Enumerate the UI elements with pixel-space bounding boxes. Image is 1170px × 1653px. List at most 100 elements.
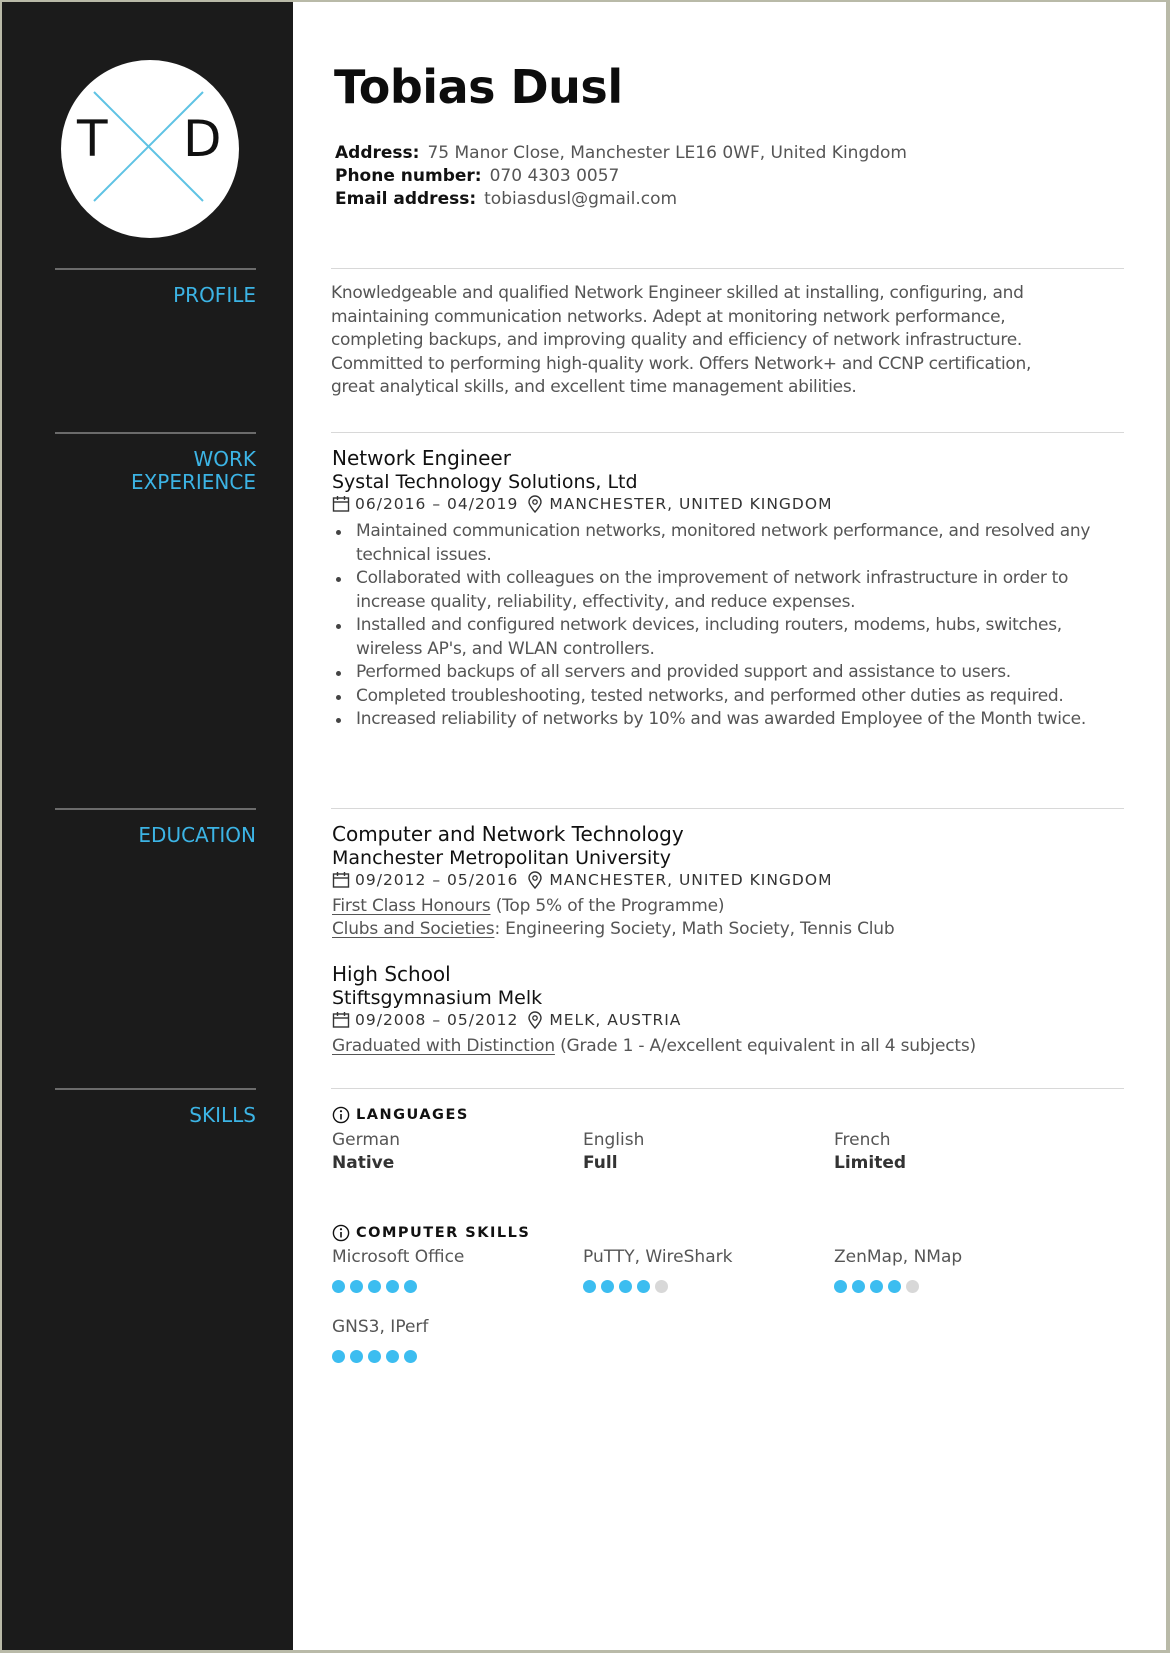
rating-dot-filled bbox=[601, 1280, 614, 1293]
location-pin-icon bbox=[528, 495, 543, 513]
rating-dot-filled bbox=[404, 1280, 417, 1293]
education-dates: 09/2008 – 05/2012 bbox=[355, 1011, 519, 1029]
computer-skills-heading: COMPUTER SKILLS bbox=[332, 1224, 530, 1242]
monogram-logo: T D bbox=[61, 60, 239, 238]
education-meta: 09/2008 – 05/2012 MELK, AUSTRIA bbox=[332, 1010, 681, 1030]
skill-name: Microsoft Office bbox=[332, 1247, 465, 1267]
language-name: English bbox=[583, 1130, 645, 1150]
rating-dot-filled bbox=[852, 1280, 865, 1293]
section-label-skills: SKILLS bbox=[189, 1103, 256, 1127]
rating-dot-empty bbox=[655, 1280, 668, 1293]
monogram-letter-right: D bbox=[183, 110, 222, 168]
skill-name: GNS3, IPerf bbox=[332, 1317, 429, 1337]
section-label-education: EDUCATION bbox=[138, 823, 256, 847]
skill-rating bbox=[834, 1280, 919, 1293]
rating-dot-filled bbox=[350, 1350, 363, 1363]
section-label-work: WORK bbox=[193, 447, 256, 471]
language-name: German bbox=[332, 1130, 401, 1150]
education-degree: Computer and Network Technology bbox=[332, 822, 684, 846]
calendar-icon bbox=[332, 496, 350, 512]
education-degree: High School bbox=[332, 962, 451, 986]
location-pin-icon bbox=[528, 1011, 543, 1029]
contact-label: Address: bbox=[335, 143, 420, 163]
computer-skills-title: COMPUTER SKILLS bbox=[356, 1225, 531, 1241]
profile-summary: Knowledgeable and qualified Network Engi… bbox=[331, 282, 1091, 400]
rating-dot-filled bbox=[870, 1280, 883, 1293]
section-divider bbox=[331, 808, 1124, 809]
education-note-text: (Grade 1 - A/excellent equivalent in all… bbox=[554, 1036, 976, 1056]
skill-rating bbox=[583, 1280, 668, 1293]
location-pin-icon bbox=[528, 871, 543, 889]
languages-title: LANGUAGES bbox=[356, 1107, 469, 1123]
skill-rating bbox=[332, 1350, 417, 1363]
rating-dot-filled bbox=[332, 1350, 345, 1363]
education-note-link[interactable]: Clubs and Societies bbox=[332, 919, 495, 939]
skill-name: ZenMap, NMap bbox=[834, 1247, 963, 1267]
education-location: MELK, AUSTRIA bbox=[549, 1011, 682, 1029]
profile-line: Committed to performing high-quality wor… bbox=[331, 353, 1032, 374]
rating-dot-filled bbox=[619, 1280, 632, 1293]
education-note: First Class Honours (Top 5% of the Progr… bbox=[332, 895, 724, 918]
job-meta: 06/2016 – 04/2019 MANCHESTER, UNITED KIN… bbox=[332, 494, 832, 514]
rating-dot-filled bbox=[404, 1350, 417, 1363]
job-company: Systal Technology Solutions, Ltd bbox=[332, 471, 638, 493]
education-dates: 09/2012 – 05/2016 bbox=[355, 871, 519, 889]
education-note-text: (Top 5% of the Programme) bbox=[490, 896, 725, 916]
education-note-link[interactable]: Graduated with Distinction bbox=[332, 1036, 555, 1056]
education-note-text: : Engineering Society, Math Society, Ten… bbox=[494, 919, 895, 939]
rating-dot-filled bbox=[386, 1280, 399, 1293]
section-divider bbox=[331, 1088, 1124, 1089]
job-bullet: Completed troubleshooting, tested networ… bbox=[332, 685, 1102, 709]
rating-dot-filled bbox=[888, 1280, 901, 1293]
rating-dot-filled bbox=[583, 1280, 596, 1293]
profile-line: great analytical skills, and excellent t… bbox=[331, 377, 857, 397]
job-bullet: Performed backups of all servers and pro… bbox=[332, 661, 1102, 685]
monogram-letter-left: T bbox=[77, 110, 108, 168]
rating-dot-filled bbox=[332, 1280, 345, 1293]
calendar-icon bbox=[332, 872, 350, 888]
education-school: Stiftsgymnasium Melk bbox=[332, 987, 543, 1009]
language-level: Full bbox=[583, 1153, 618, 1173]
rating-dot-empty bbox=[906, 1280, 919, 1293]
job-bullet: Collaborated with colleagues on the impr… bbox=[332, 567, 1102, 614]
education-note: Graduated with Distinction (Grade 1 - A/… bbox=[332, 1035, 976, 1058]
contact-value: 75 Manor Close, Manchester LE16 0WF, Uni… bbox=[427, 143, 907, 163]
language-level: Native bbox=[332, 1153, 395, 1173]
language-level: Limited bbox=[834, 1153, 907, 1173]
sidebar-divider bbox=[55, 808, 256, 810]
languages-heading: LANGUAGES bbox=[332, 1106, 469, 1124]
contact-email: Email address: tobiasdusl@gmail.com bbox=[335, 188, 677, 211]
candidate-name: Tobias Dusl bbox=[334, 60, 623, 114]
contact-label: Phone number: bbox=[335, 166, 482, 186]
education-school: Manchester Metropolitan University bbox=[332, 847, 671, 869]
job-dates: 06/2016 – 04/2019 bbox=[355, 495, 519, 513]
job-bullet: Increased reliability of networks by 10%… bbox=[332, 708, 1102, 732]
skill-rating bbox=[332, 1280, 417, 1293]
language-name: French bbox=[834, 1130, 891, 1150]
resume-page: T D PROFILE WORK EXPERIENCE EDUCATION SK… bbox=[2, 2, 1166, 1650]
job-title: Network Engineer bbox=[332, 446, 511, 470]
profile-line: maintaining communication networks. Adep… bbox=[331, 306, 1006, 327]
contact-phone: Phone number: 070 4303 0057 bbox=[335, 165, 619, 188]
info-icon bbox=[332, 1224, 350, 1242]
section-label-experience: EXPERIENCE bbox=[130, 470, 256, 494]
contact-label: Email address: bbox=[335, 189, 477, 209]
profile-line: completing backups, and improving qualit… bbox=[331, 330, 1022, 350]
section-divider bbox=[331, 268, 1124, 269]
contact-value[interactable]: 070 4303 0057 bbox=[490, 166, 620, 186]
job-location: MANCHESTER, UNITED KINGDOM bbox=[549, 495, 833, 513]
job-bullet: Maintained communication networks, monit… bbox=[332, 520, 1102, 567]
rating-dot-filled bbox=[834, 1280, 847, 1293]
profile-line: Knowledgeable and qualified Network Engi… bbox=[331, 283, 1024, 303]
section-divider bbox=[331, 432, 1124, 433]
education-meta: 09/2012 – 05/2016 MANCHESTER, UNITED KIN… bbox=[332, 870, 832, 890]
job-bullet: Installed and configured network devices… bbox=[332, 614, 1102, 661]
rating-dot-filled bbox=[386, 1350, 399, 1363]
sidebar: T D PROFILE WORK EXPERIENCE EDUCATION SK… bbox=[2, 2, 293, 1650]
sidebar-divider bbox=[55, 1088, 256, 1090]
rating-dot-filled bbox=[637, 1280, 650, 1293]
contact-value[interactable]: tobiasdusl@gmail.com bbox=[484, 189, 677, 209]
education-note-link[interactable]: First Class Honours bbox=[332, 896, 491, 916]
section-label-profile: PROFILE bbox=[173, 283, 256, 307]
contact-address: Address: 75 Manor Close, Manchester LE16 … bbox=[335, 142, 907, 165]
